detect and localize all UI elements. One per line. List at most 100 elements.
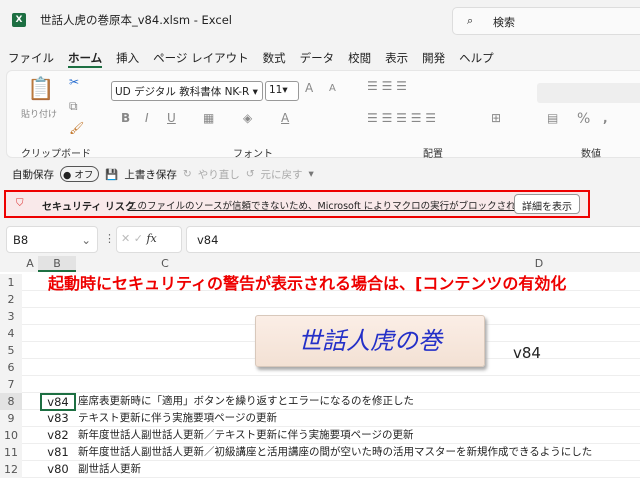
redo-button[interactable]: やり直し <box>198 167 240 182</box>
font-color-icon[interactable]: A <box>281 111 289 125</box>
insert-function-button[interactable]: fx <box>146 232 156 245</box>
enter-icon[interactable]: ✓ <box>134 232 143 245</box>
row-header[interactable]: 10 <box>0 427 22 444</box>
chevron-down-icon: ⌄ <box>81 233 91 247</box>
version-id-cell[interactable]: v81 <box>40 444 76 461</box>
tab-home[interactable]: ホーム <box>68 50 103 68</box>
tab-page-layout[interactable]: ページ レイアウト <box>153 50 248 68</box>
row-header[interactable]: 8 <box>0 393 22 410</box>
save-button[interactable]: 上書き保存 <box>124 167 177 182</box>
row-header[interactable]: 11 <box>0 444 22 461</box>
version-id-cell[interactable]: v82 <box>40 427 76 444</box>
sheet-row: 1 起動時にセキュリティの警告が表示される場合は、[コンテンツの有効化 <box>0 274 640 293</box>
save-icon[interactable]: 💾 <box>105 168 118 181</box>
row-header[interactable]: 3 <box>0 308 22 325</box>
worksheet[interactable]: A B C D 1 起動時にセキュリティの警告が表示される場合は、[コンテンツの有… <box>0 256 640 480</box>
security-label: セキュリティ リスク <box>42 202 135 213</box>
sheet-row: 9 v83 テキスト更新に伴う実施要項ページの更新 <box>0 410 640 427</box>
column-header-a[interactable]: A <box>22 256 38 272</box>
row-header[interactable]: 6 <box>0 359 22 376</box>
comma-icon[interactable]: , <box>603 111 608 125</box>
borders-icon[interactable]: ▦ <box>203 111 214 125</box>
shield-icon: ⛉ <box>16 198 24 209</box>
undo-button[interactable]: 元に戻す <box>261 167 303 182</box>
name-box[interactable]: B8 ⌄ <box>6 226 98 253</box>
row-header[interactable]: 5 <box>0 342 22 359</box>
name-box-value: B8 <box>13 233 29 247</box>
tab-file[interactable]: ファイル <box>8 50 54 68</box>
alignment-group-label: 配置 <box>423 149 443 160</box>
sheet-row: 12 v80 副世話人更新 <box>0 461 640 478</box>
column-header-d[interactable]: D <box>254 256 640 272</box>
change-description-cell[interactable]: 副世話人更新 <box>78 461 141 478</box>
version-id-cell[interactable]: v84 <box>40 393 76 411</box>
customize-toolbar-icon[interactable]: ▾ <box>309 168 314 180</box>
font-size-value: 11 <box>269 84 283 96</box>
row-header[interactable]: 7 <box>0 376 22 393</box>
change-description-cell[interactable]: テキスト更新に伴う実施要項ページの更新 <box>78 410 277 427</box>
logo-image[interactable]: 世話人虎の巻 <box>255 315 485 367</box>
tab-insert[interactable]: 挿入 <box>116 50 139 68</box>
font-name-select[interactable]: UD デジタル 教科書体 NK-R ▾ <box>111 81 263 101</box>
formula-buttons: ✕ ✓ fx <box>116 226 182 253</box>
autosave-toggle[interactable]: ● オフ <box>60 166 100 182</box>
security-message-link[interactable]: このファイルのソースが信頼できないため、Microsoft によりマクロの実行が… <box>128 198 554 212</box>
sheet-row: 11 v81 新年度世話人副世話人更新／初級講座と活用講座の間が空いた時の活用マスタ… <box>0 444 640 461</box>
formula-input[interactable]: v84 <box>186 226 640 253</box>
format-painter-icon[interactable]: 🖌 <box>69 121 84 135</box>
tab-data[interactable]: データ <box>300 50 335 68</box>
underline-button[interactable]: U <box>167 111 176 125</box>
row-header[interactable]: 9 <box>0 410 22 427</box>
tab-help[interactable]: ヘルプ <box>459 50 494 68</box>
copy-icon[interactable]: ⧉ <box>69 99 78 114</box>
row-header[interactable]: 12 <box>0 461 22 478</box>
warning-banner-text: 起動時にセキュリティの警告が表示される場合は、[コンテンツの有効化 <box>48 274 567 293</box>
change-description-cell[interactable]: 座席表更新時に「適用」ボタンを繰り返すとエラーになるのを修正した <box>78 393 414 410</box>
align-horizontal-icon[interactable]: ☰ ☰ ☰ ☰ ☰ <box>367 111 436 125</box>
ribbon: 📋 貼り付け ✂ ⧉ 🖌 クリップボード UD デジタル 教科書体 NK-R ▾… <box>6 70 640 160</box>
change-description-cell[interactable]: 新年度世話人副世話人更新／テキスト更新に伴う実施要項ページの更新 <box>78 427 413 444</box>
more-options-icon[interactable]: ⋮ <box>104 232 115 245</box>
column-header-b[interactable]: B <box>38 256 76 272</box>
row-header[interactable]: 4 <box>0 325 22 342</box>
number-format-select[interactable] <box>537 83 640 103</box>
version-id-cell[interactable]: v80 <box>40 461 76 478</box>
percent-button[interactable]: % <box>577 111 590 127</box>
tab-formulas[interactable]: 数式 <box>263 50 286 68</box>
excel-logo-icon: X <box>12 13 26 27</box>
italic-button[interactable]: I <box>145 111 149 125</box>
tab-review[interactable]: 校閲 <box>348 50 371 68</box>
increase-font-icon[interactable]: A <box>305 81 313 95</box>
row-header[interactable]: 1 <box>0 274 22 291</box>
row-header[interactable]: 2 <box>0 291 22 308</box>
cut-icon[interactable]: ✂ <box>69 75 79 89</box>
autosave-label: 自動保存 <box>12 168 54 181</box>
cancel-icon[interactable]: ✕ <box>121 232 130 245</box>
tab-view[interactable]: 表示 <box>385 50 408 68</box>
tab-developer[interactable]: 開発 <box>422 50 445 68</box>
quick-access-toolbar: 自動保存 ● オフ 💾 上書き保存 ↻ やり直し ↺ 元に戻す ▾ <box>12 166 314 182</box>
sheet-row: 8 v84 座席表更新時に「適用」ボタンを繰り返すとエラーになるのを修正した <box>0 393 640 411</box>
paste-icon[interactable]: 📋 <box>27 77 54 102</box>
search-box[interactable]: ⌕ 検索 <box>452 7 640 35</box>
show-details-button[interactable]: 詳細を表示 <box>514 194 580 214</box>
redo-icon[interactable]: ↻ <box>183 168 192 180</box>
ribbon-tabs: ファイル ホーム 挿入 ページ レイアウト 数式 データ 校閲 表示 開発 ヘル… <box>8 50 494 68</box>
currency-icon[interactable]: ▤ <box>547 111 558 125</box>
version-cell: v84 <box>513 344 541 362</box>
search-icon: ⌕ <box>467 14 474 27</box>
decrease-font-icon[interactable]: A <box>329 83 336 94</box>
font-size-select[interactable]: 11▾ <box>265 81 299 101</box>
paste-label[interactable]: 貼り付け <box>21 107 57 120</box>
security-warning-bar: ⛉ セキュリティ リスク このファイルのソースが信頼できないため、Microso… <box>4 190 590 218</box>
merge-cells-icon[interactable]: ⊞ <box>491 111 501 125</box>
fill-color-icon[interactable]: ◈ <box>243 111 252 125</box>
undo-icon[interactable]: ↺ <box>246 168 255 180</box>
search-placeholder: 検索 <box>493 16 515 29</box>
align-top-icon[interactable]: ☰ ☰ ☰ <box>367 79 407 93</box>
sheet-row: 2 <box>0 291 640 308</box>
version-id-cell[interactable]: v83 <box>40 410 76 427</box>
bold-button[interactable]: B <box>121 111 130 125</box>
column-header-c[interactable]: C <box>76 256 254 272</box>
change-description-cell[interactable]: 新年度世話人副世話人更新／初級講座と活用講座の間が空いた時の活用マスターを新規作… <box>78 444 592 461</box>
